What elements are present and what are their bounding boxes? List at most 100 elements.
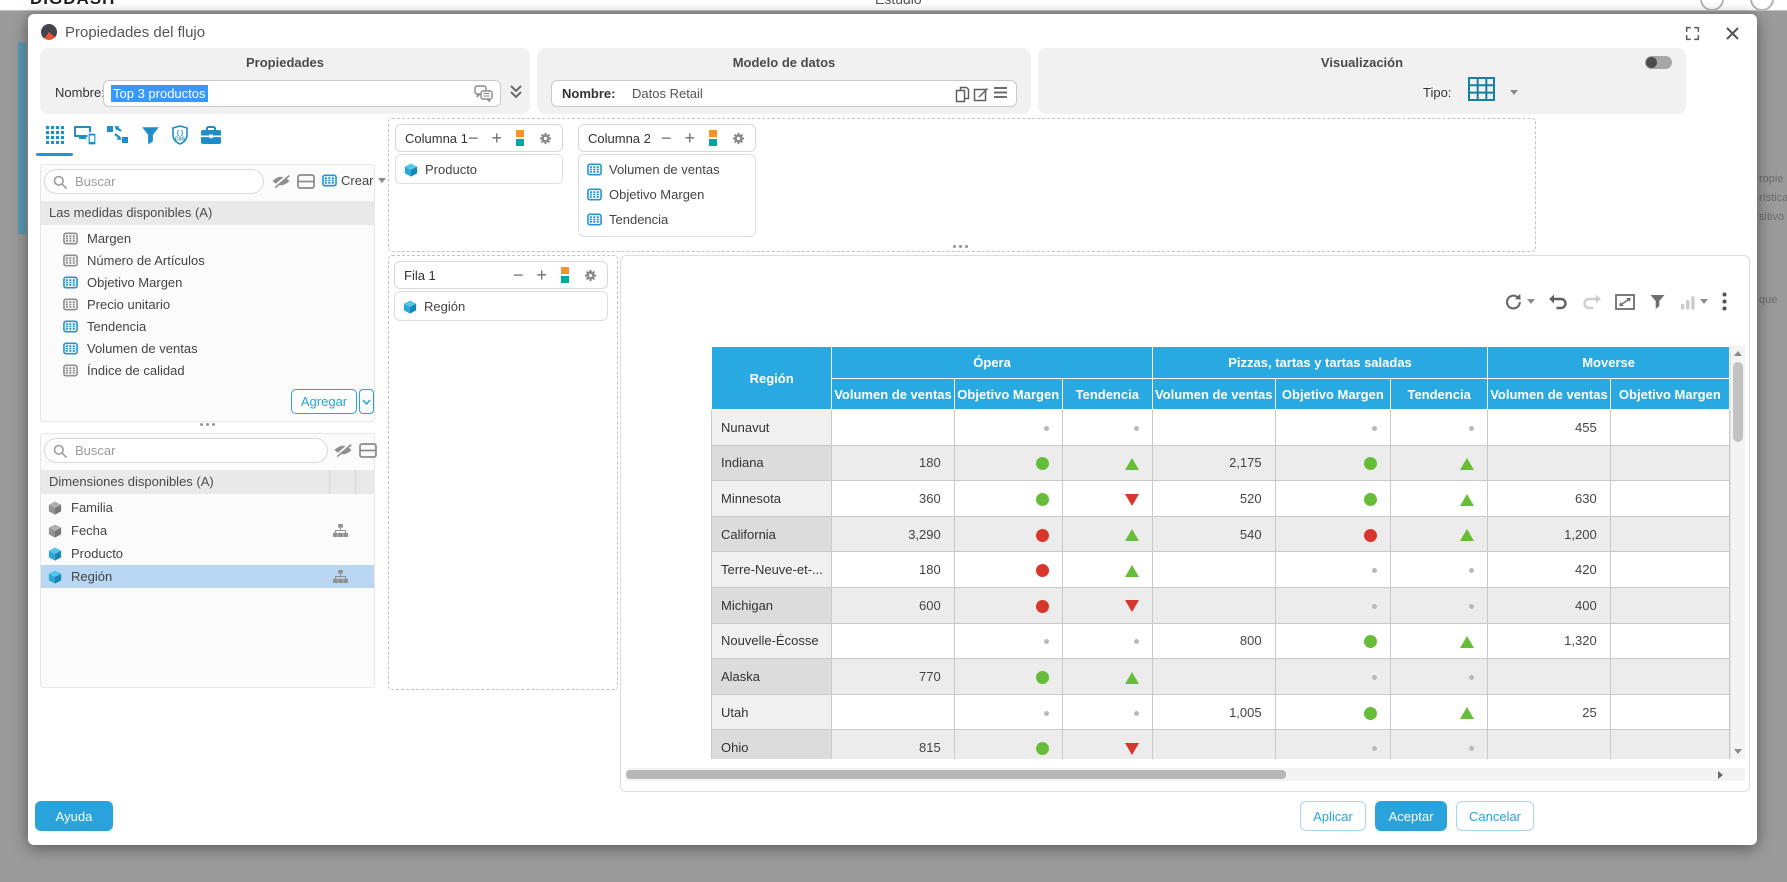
fullscreen-preview-button[interactable] [1615,294,1635,310]
vertical-scrollbar[interactable] [1730,346,1745,759]
collapse-dimensions-icon[interactable] [358,442,378,458]
fragment-text: que [1759,291,1787,310]
data-cell [954,481,1062,517]
vertical-scrollbar-thumb[interactable] [1733,362,1743,442]
horizontal-scrollbar[interactable] [626,768,1745,781]
scroll-right-arrow-icon[interactable] [1718,771,1723,779]
table-row: Minnesota360520630 [712,481,1730,517]
hide-measures-icon[interactable] [271,173,291,189]
dimensions-search-input[interactable] [73,442,327,459]
tab-toolbox[interactable] [198,122,224,148]
column2-add-button[interactable]: + [684,129,695,147]
measure-item[interactable]: Objetivo Margen [41,271,374,293]
type-dropdown-caret-icon[interactable] [1510,90,1518,95]
measure-item[interactable]: Margen [41,227,374,249]
measure-item[interactable]: Volumen de ventas [41,337,374,359]
maximize-icon[interactable] [1683,24,1701,42]
column2-item[interactable]: Tendencia [579,207,755,232]
table-row: Indiana1802,175 [712,445,1730,481]
data-cell [1610,659,1729,695]
resize-handle[interactable] [200,423,215,426]
dimension-item[interactable]: Familia [41,496,374,519]
row1-add-button[interactable]: + [536,266,547,284]
data-cell [1610,552,1729,588]
measure-item[interactable]: Precio unitario [41,293,374,315]
dimension-item[interactable]: Fecha [41,519,374,542]
row1-palette-icon[interactable] [560,266,570,284]
column1-add-button[interactable]: + [491,129,502,147]
column2-title: Columna 2 [588,131,651,146]
scroll-up-arrow-icon[interactable] [1734,351,1742,356]
dimensions-search[interactable] [44,438,328,463]
cancel-button[interactable]: Cancelar [1456,801,1534,831]
edit-datamodel-icon[interactable] [973,86,989,102]
data-cell: 815 [832,730,955,759]
measure-item[interactable]: Número de Artículos [41,249,374,271]
flow-name-input[interactable]: Top 3 productos [103,80,501,107]
measure-item[interactable]: Índice de calidad [41,359,374,381]
help-button[interactable]: Ayuda [35,801,113,831]
row1-settings-gear-icon[interactable] [583,268,598,283]
data-cell [832,623,955,659]
create-measure-button[interactable]: Crear [322,173,386,188]
tab-interactions[interactable] [105,122,131,148]
datamodel-menu-icon[interactable] [993,86,1008,99]
column2-item[interactable]: Volumen de ventas [579,157,755,182]
data-cell [1488,730,1611,759]
no-data-dot-icon [1044,711,1049,716]
expand-properties-chevrons-icon[interactable] [509,84,523,100]
tab-filter[interactable] [137,122,163,148]
measure-item[interactable]: Tendencia [41,315,374,337]
chart-dropdown-caret-icon [1700,299,1708,304]
collapse-measures-icon[interactable] [296,173,316,189]
table-type-icon[interactable] [1468,77,1495,101]
visualization-toggle[interactable] [1645,56,1672,69]
row1-remove-button[interactable]: − [513,266,524,284]
tab-devices[interactable] [73,122,99,148]
accept-button[interactable]: Aceptar [1375,801,1447,831]
apply-button[interactable]: Aplicar [1300,801,1366,831]
hide-dimensions-icon[interactable] [333,442,353,458]
column1-palette-icon[interactable] [515,129,525,147]
datamodel-name-field[interactable]: Nombre: Datos Retail [551,80,1017,107]
add-measure-dropdown[interactable] [359,389,374,414]
more-options-kebab-icon[interactable] [1722,292,1727,311]
column1-settings-gear-icon[interactable] [538,131,553,146]
column2-palette-icon[interactable] [708,129,718,147]
filter-button[interactable] [1649,294,1666,310]
status-green-icon [1036,742,1049,755]
horizontal-scrollbar-thumb[interactable] [626,770,1286,779]
resize-handle[interactable] [953,245,968,248]
measures-search[interactable] [44,169,264,194]
tab-css[interactable]: { }CSS [167,122,193,148]
column2-settings-gear-icon[interactable] [731,131,746,146]
add-measure-button[interactable]: Agregar [291,389,357,414]
dimension-item[interactable]: Región [41,565,374,588]
no-data-dot-icon [1134,639,1139,644]
column1-remove-button[interactable]: − [468,129,479,147]
data-cell [1275,694,1391,730]
measures-search-input[interactable] [73,173,263,190]
row1-item[interactable]: Región [395,294,607,319]
translate-icon[interactable] [474,85,493,102]
column2-remove-button[interactable]: − [661,129,672,147]
undo-button[interactable] [1549,294,1568,310]
column2-item[interactable]: Objetivo Margen [579,182,755,207]
data-cell [1275,552,1391,588]
data-cell [954,694,1062,730]
status-green-icon [1364,457,1377,470]
no-data-dot-icon [1044,426,1049,431]
column1-item[interactable]: Producto [396,157,562,182]
dimension-item[interactable]: Producto [41,542,374,565]
chart-options-button[interactable] [1680,294,1708,310]
duplicate-datamodel-icon[interactable] [955,86,970,103]
tab-data[interactable] [42,122,68,148]
redo-button[interactable] [1582,294,1601,310]
table-row: Michigan600400 [712,587,1730,623]
help-circle-icon[interactable] [1700,0,1724,11]
close-icon[interactable] [1723,24,1741,42]
refresh-button[interactable] [1504,293,1535,311]
user-circle-icon[interactable] [1750,0,1774,11]
scroll-down-arrow-icon[interactable] [1734,749,1742,754]
no-data-dot-icon [1469,426,1474,431]
